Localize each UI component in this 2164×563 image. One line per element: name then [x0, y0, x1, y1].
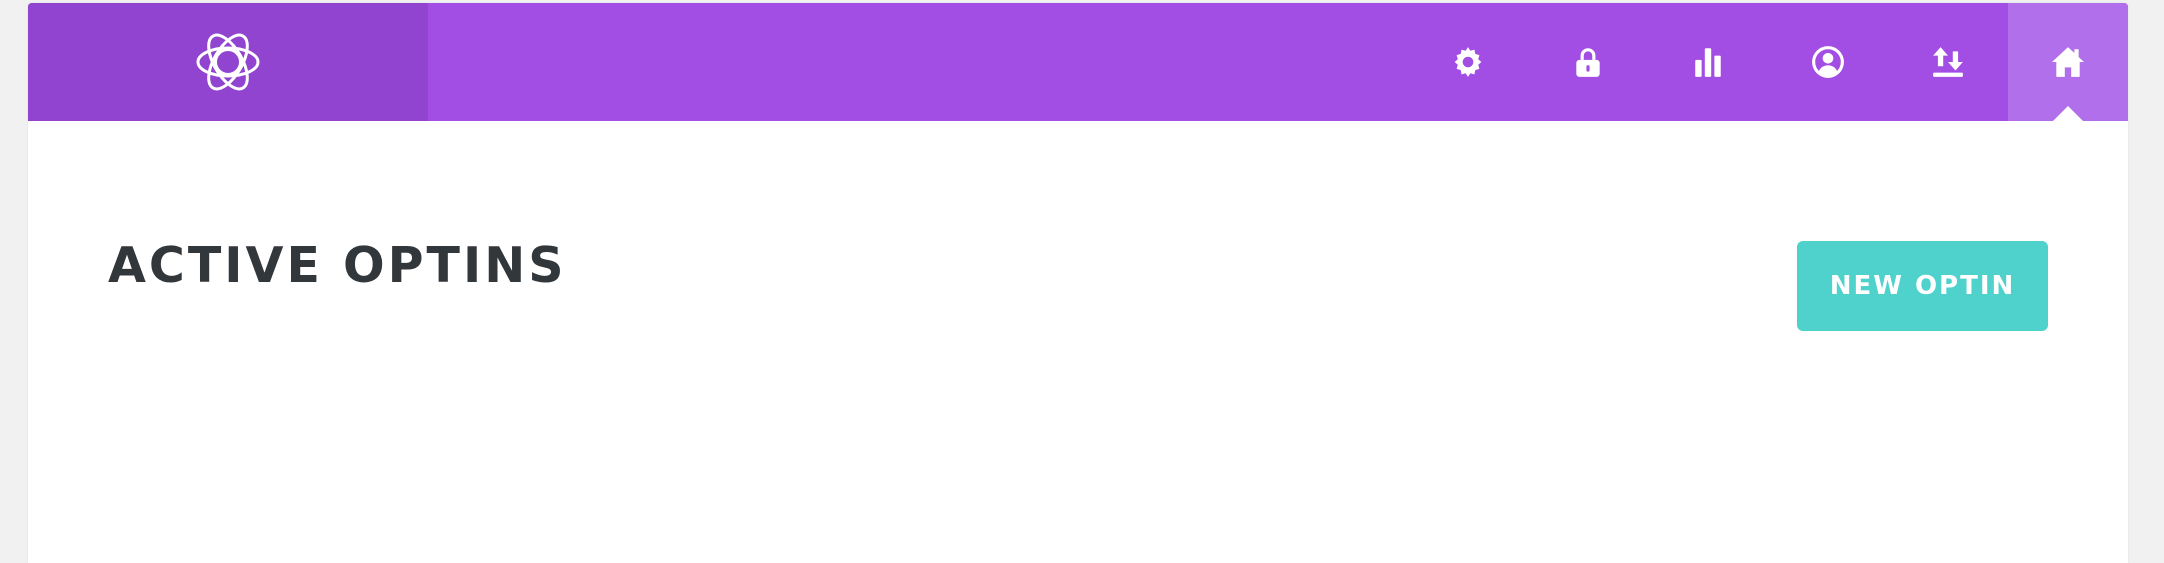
user-circle-icon	[1812, 46, 1844, 78]
import-export-icon	[1933, 47, 1963, 77]
bar-chart-icon	[1695, 48, 1721, 77]
new-optin-button[interactable]: NEW OPTIN	[1797, 241, 2048, 331]
nav-account[interactable]	[1768, 3, 1888, 121]
nav-import-export[interactable]	[1888, 3, 2008, 121]
main-panel: ACTIVE OPTINS NEW OPTIN	[28, 3, 2128, 563]
top-navigation-bar	[28, 3, 2128, 121]
nav-icons	[1408, 3, 2128, 121]
nav-settings[interactable]	[1408, 3, 1528, 121]
home-icon	[2052, 47, 2084, 77]
gear-icon	[1454, 47, 1482, 77]
lock-icon	[1576, 48, 1600, 77]
bloom-logo-icon	[196, 33, 260, 91]
logo-area[interactable]	[28, 3, 428, 121]
nav-stats[interactable]	[1648, 3, 1768, 121]
nav-security[interactable]	[1528, 3, 1648, 121]
nav-home[interactable]	[2008, 3, 2128, 121]
page-title: ACTIVE OPTINS	[108, 237, 567, 294]
